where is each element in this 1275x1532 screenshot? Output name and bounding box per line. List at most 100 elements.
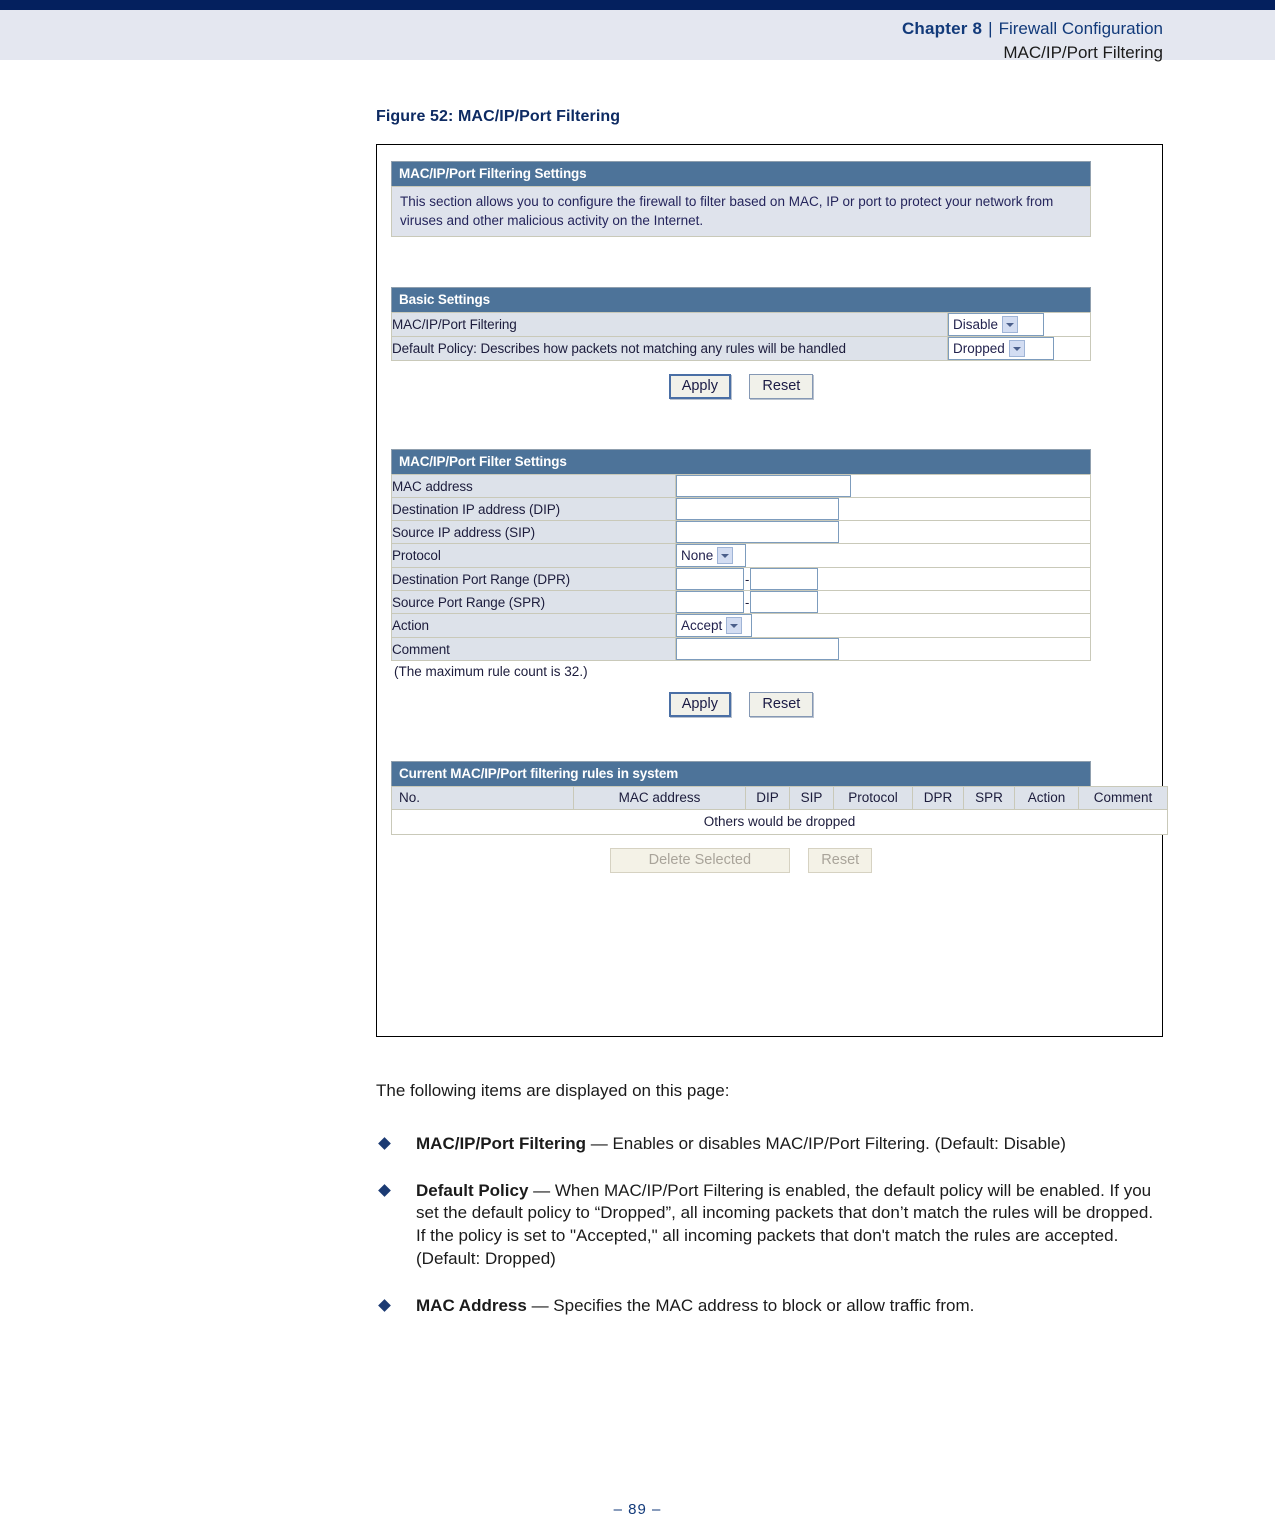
- col-protocol: Protocol: [833, 786, 913, 811]
- col-no: No.: [391, 786, 574, 811]
- default-policy-label: Default Policy: Describes how packets no…: [391, 336, 948, 362]
- panel-gap-2: [391, 399, 1091, 449]
- header-separator: |: [988, 19, 993, 38]
- spr-from-input[interactable]: [676, 591, 744, 614]
- filter-apply-button[interactable]: Apply: [668, 692, 731, 718]
- action-cell: Accept: [675, 613, 1091, 639]
- max-rule-count-note: (The maximum rule count is 32.): [394, 664, 588, 680]
- chevron-down-icon: [717, 546, 734, 564]
- embedded-router-ui: MAC/IP/Port Filtering Settings This sect…: [391, 161, 1168, 874]
- default-policy-selected-value: Dropped: [953, 341, 1005, 357]
- filtering-settings-panel: MAC/IP/Port Filtering Settings This sect…: [391, 161, 1091, 238]
- diamond-bullet-icon: [378, 1298, 391, 1312]
- list-item: MAC Address — Specifies the MAC address …: [376, 1295, 1166, 1318]
- table-row: Destination Port Range (DPR) -: [391, 567, 1091, 592]
- chevron-down-icon: [726, 616, 743, 634]
- mac-filtering-selected-value: Disable: [953, 317, 999, 333]
- dpr-to-input[interactable]: [750, 568, 819, 591]
- mac-address-input[interactable]: [676, 475, 851, 498]
- rules-reset-button[interactable]: Reset: [808, 848, 873, 874]
- body-copy: The following items are displayed on thi…: [376, 1080, 1166, 1341]
- spr-label: Source Port Range (SPR): [391, 590, 676, 615]
- filtering-settings-description: This section allows you to configure the…: [391, 186, 1091, 238]
- diamond-bullet-icon: [378, 1183, 391, 1197]
- current-rules-table: No. MAC address DIP SIP Protocol DPR SPR…: [391, 786, 1168, 836]
- basic-settings-table: MAC/IP/Port Filtering Disable Default Po…: [391, 312, 1091, 362]
- chapter-label: Chapter 8: [901, 19, 983, 38]
- col-sip: SIP: [789, 786, 834, 811]
- comment-input[interactable]: [676, 638, 839, 661]
- col-action: Action: [1014, 786, 1079, 811]
- col-mac: MAC address: [573, 786, 746, 811]
- col-dip: DIP: [745, 786, 790, 811]
- current-rules-panel: Current MAC/IP/Port filtering rules in s…: [391, 761, 1168, 874]
- page-header-text: Chapter 8 | Firewall Configuration MAC/IP/…: [902, 18, 1163, 64]
- default-policy-value-cell: Dropped: [947, 336, 1091, 362]
- action-label: Action: [391, 613, 676, 639]
- figure-frame: MAC/IP/Port Filtering Settings This sect…: [376, 144, 1168, 1037]
- rules-empty-message: Others would be dropped: [391, 809, 1168, 836]
- col-dpr: DPR: [912, 786, 964, 811]
- mac-address-label: MAC address: [391, 474, 676, 499]
- sip-label: Source IP address (SIP): [391, 520, 676, 545]
- table-row: Protocol None: [391, 543, 1091, 569]
- basic-reset-button[interactable]: Reset: [749, 374, 814, 400]
- spr-to-input[interactable]: [750, 591, 819, 614]
- table-row: Source IP address (SIP): [391, 520, 1091, 545]
- dpr-label: Destination Port Range (DPR): [391, 567, 676, 592]
- protocol-selected-value: None: [681, 548, 714, 564]
- current-rules-title: Current MAC/IP/Port filtering rules in s…: [391, 761, 1091, 787]
- spr-cell: -: [675, 590, 1091, 615]
- filter-settings-title: MAC/IP/Port Filter Settings: [391, 449, 1091, 475]
- page-header-band: Chapter 8 | Firewall Configuration MAC/IP/…: [0, 10, 1275, 62]
- bullet-text: — Specifies the MAC address to block or …: [526, 1295, 975, 1315]
- filter-settings-panel: MAC/IP/Port Filter Settings MAC address …: [391, 449, 1091, 718]
- delete-selected-button[interactable]: Delete Selected: [609, 848, 790, 874]
- dip-input[interactable]: [676, 498, 839, 521]
- table-row: MAC address: [391, 474, 1091, 499]
- table-row: Comment: [391, 637, 1091, 662]
- comment-cell: [675, 637, 1091, 662]
- dip-cell: [675, 497, 1091, 522]
- bullet-term: MAC/IP/Port Filtering: [416, 1133, 586, 1153]
- bullet-text: — Enables or disables MAC/IP/Port Filter…: [586, 1133, 1066, 1153]
- sip-cell: [675, 520, 1091, 545]
- table-row: Action Accept: [391, 613, 1091, 639]
- panel-gap-3: [391, 717, 1091, 761]
- mac-filtering-select[interactable]: Disable: [948, 313, 1044, 337]
- col-spr: SPR: [963, 786, 1015, 811]
- bullet-term: Default Policy: [416, 1180, 529, 1200]
- basic-settings-panel: Basic Settings MAC/IP/Port Filtering Dis…: [391, 287, 1091, 400]
- action-select[interactable]: Accept: [676, 614, 752, 638]
- default-policy-select[interactable]: Dropped: [948, 337, 1054, 361]
- dpr-cell: -: [675, 567, 1091, 592]
- table-row: Destination IP address (DIP): [391, 497, 1091, 522]
- protocol-cell: None: [675, 543, 1091, 569]
- col-comment: Comment: [1078, 786, 1168, 811]
- chevron-down-icon: [1002, 315, 1019, 333]
- diamond-bullet-icon: [378, 1136, 391, 1150]
- header-subsection: MAC/IP/Port Filtering: [1003, 43, 1163, 63]
- table-row: Default Policy: Describes how packets no…: [391, 336, 1091, 362]
- filter-reset-button[interactable]: Reset: [749, 692, 814, 718]
- dpr-from-input[interactable]: [676, 568, 744, 591]
- table-row: MAC/IP/Port Filtering Disable: [391, 312, 1091, 338]
- mac-address-cell: [675, 474, 1091, 499]
- page-header-chapter-line: Chapter 8 | Firewall Configuration: [902, 18, 1163, 40]
- intro-paragraph: The following items are displayed on thi…: [376, 1081, 730, 1100]
- basic-settings-title: Basic Settings: [391, 287, 1091, 313]
- table-row: Source Port Range (SPR) -: [391, 590, 1091, 615]
- protocol-label: Protocol: [391, 543, 676, 569]
- rules-header-row: No. MAC address DIP SIP Protocol DPR SPR…: [391, 786, 1168, 811]
- page-number: – 89 –: [613, 1501, 662, 1518]
- filtering-settings-title: MAC/IP/Port Filtering Settings: [391, 161, 1091, 186]
- filter-settings-table: MAC address Destination IP address (DIP)…: [391, 474, 1091, 662]
- sip-input[interactable]: [676, 521, 839, 544]
- mac-filtering-label: MAC/IP/Port Filtering: [391, 312, 948, 338]
- page-top-rule: [0, 0, 1275, 10]
- protocol-select[interactable]: None: [676, 544, 746, 568]
- dip-label: Destination IP address (DIP): [391, 497, 676, 522]
- current-rules-button-row: Delete Selected Reset: [391, 835, 1091, 874]
- comment-label: Comment: [391, 637, 676, 662]
- basic-apply-button[interactable]: Apply: [668, 374, 731, 400]
